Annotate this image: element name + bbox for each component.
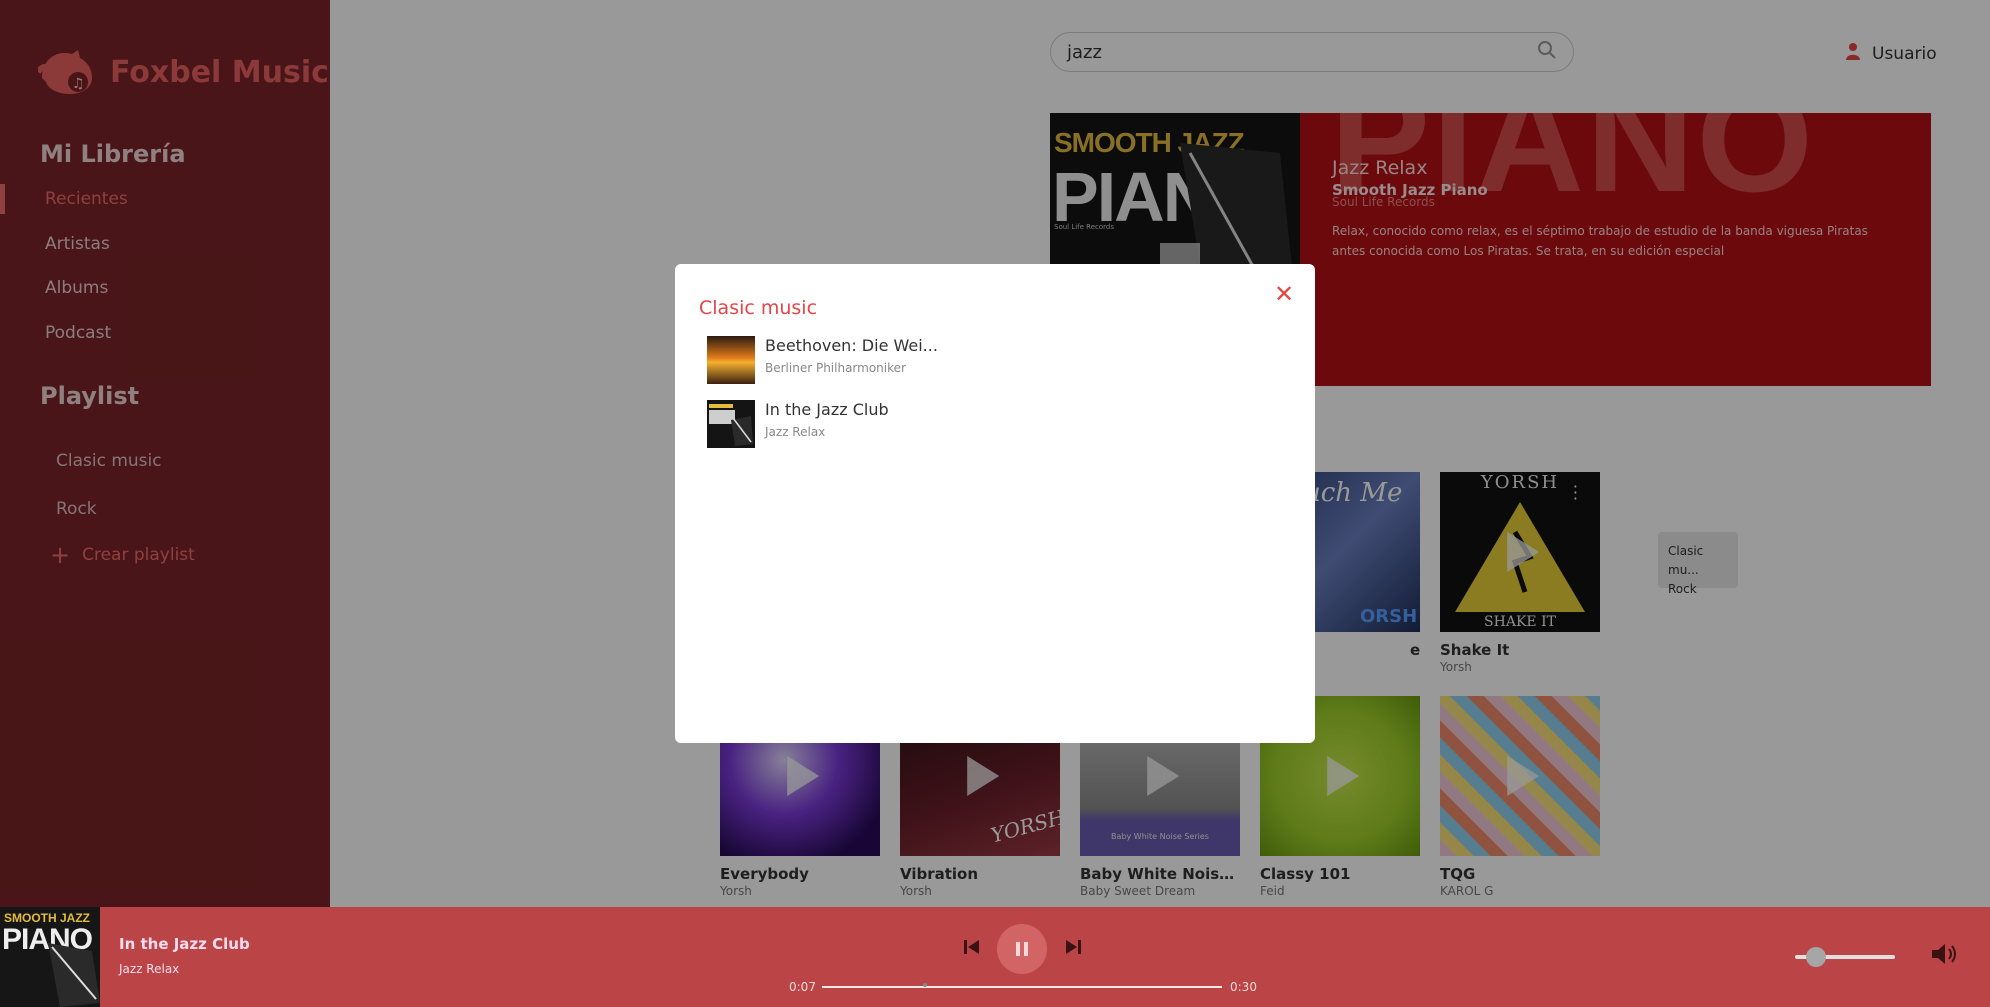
track-thumb — [707, 400, 755, 448]
pause-button[interactable] — [997, 924, 1047, 974]
playlist-modal: Clasic music ✕ Beethoven: Die Wei... Ber… — [675, 264, 1315, 743]
track-title: Beethoven: Die Wei... — [765, 336, 938, 355]
pause-icon — [1016, 942, 1020, 956]
modal-track-item[interactable]: Beethoven: Die Wei... Berliner Philharmo… — [707, 336, 1267, 386]
track-artist: Jazz Relax — [765, 425, 826, 439]
modal-title: Clasic music — [699, 297, 818, 319]
player-track-artist: Jazz Relax — [119, 962, 180, 976]
next-icon[interactable] — [1064, 939, 1082, 960]
track-title: In the Jazz Club — [765, 400, 889, 419]
progress-bar[interactable] — [822, 986, 1222, 988]
previous-icon[interactable] — [963, 939, 981, 960]
progress-handle[interactable] — [923, 983, 927, 987]
time-current: 0:07 — [789, 980, 816, 994]
track-thumb — [707, 336, 755, 384]
close-icon[interactable]: ✕ — [1274, 280, 1294, 308]
time-total: 0:30 — [1230, 980, 1257, 994]
modal-track-item[interactable]: In the Jazz Club Jazz Relax — [707, 400, 1267, 450]
player-track-title: In the Jazz Club — [119, 935, 250, 953]
player-bar: SMOOTH JAZZ PIANO In the Jazz Club Jazz … — [0, 907, 1990, 1007]
track-artist: Berliner Philharmoniker — [765, 361, 906, 375]
volume-handle[interactable] — [1806, 947, 1826, 967]
player-cover-art: SMOOTH JAZZ PIANO — [0, 907, 100, 1007]
volume-icon[interactable] — [1930, 940, 1958, 972]
